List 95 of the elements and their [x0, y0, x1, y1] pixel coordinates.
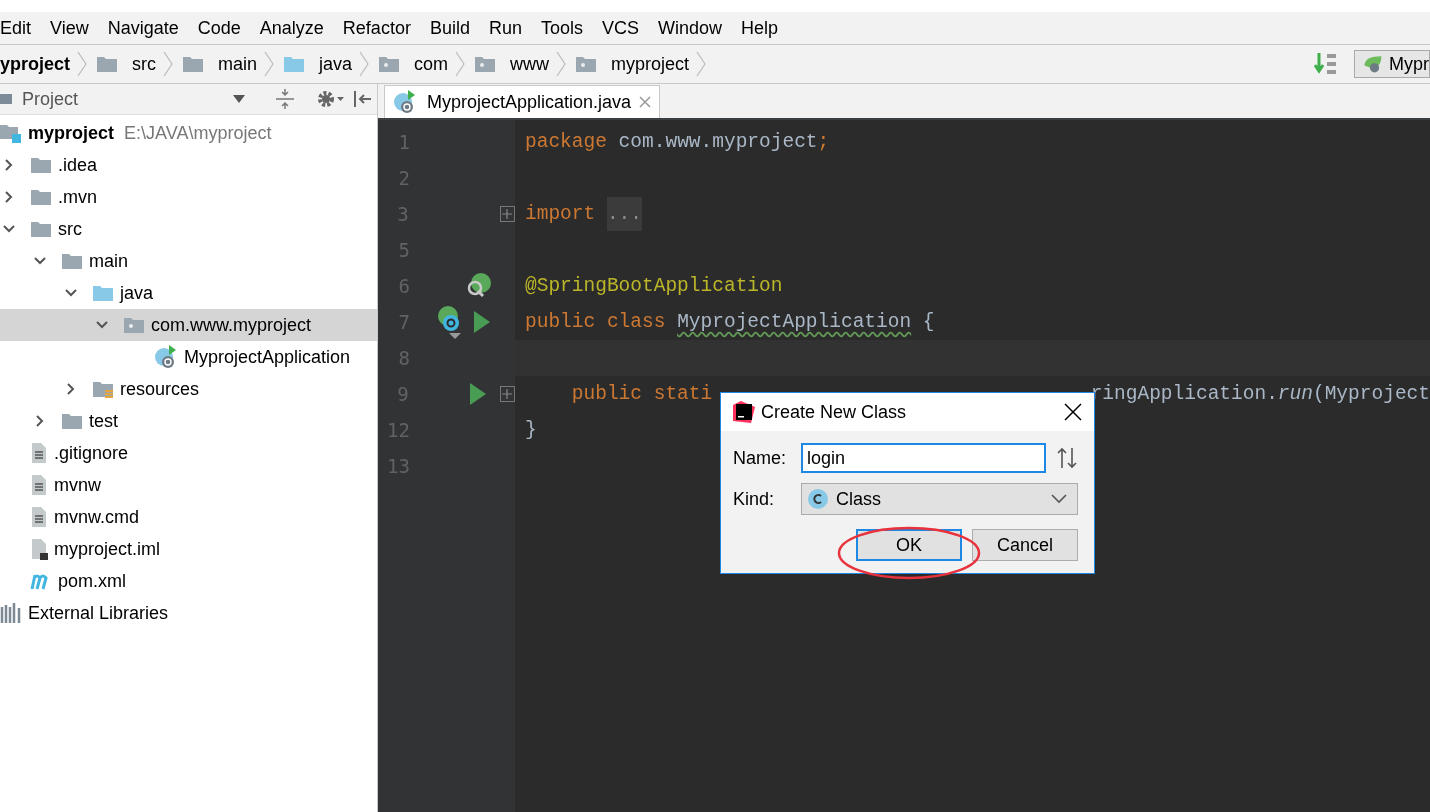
folder-icon — [92, 380, 114, 398]
ok-button[interactable]: OK — [856, 529, 962, 561]
fold-icon[interactable] — [499, 386, 515, 402]
code-line: } — [525, 418, 537, 443]
code-line: @SpringBootApplication — [525, 274, 783, 299]
run-icon[interactable] — [467, 382, 488, 406]
menu-item[interactable]: Analyze — [259, 17, 334, 39]
menu-item[interactable]: Window — [658, 17, 733, 39]
name-field[interactable]: login — [801, 443, 1046, 473]
code-line: package com.www.myproject; — [525, 130, 830, 155]
project-icon — [0, 91, 14, 107]
breadcrumb-item[interactable]: java — [283, 53, 357, 75]
breadcrumb-separator-icon — [76, 51, 89, 77]
spring-class-icon — [393, 90, 417, 114]
file-icon — [30, 474, 48, 496]
menu-item[interactable]: VCS — [602, 17, 649, 39]
close-icon[interactable] — [1064, 403, 1082, 421]
menu-item[interactable]: Navigate — [107, 17, 189, 39]
file-icon — [30, 538, 48, 560]
tree-item[interactable]: myproject E:\JAVA\myproject — [0, 117, 377, 149]
hide-panel-icon[interactable] — [353, 90, 373, 108]
tree-item[interactable]: test — [0, 405, 377, 437]
collapse-all-icon[interactable] — [275, 88, 295, 110]
module-icon — [0, 123, 22, 143]
folder-icon — [61, 412, 83, 430]
breadcrumb-separator-icon — [358, 51, 371, 77]
libraries-icon — [0, 603, 22, 623]
sort-arrows-icon[interactable] — [1056, 447, 1078, 469]
tree-item[interactable]: java — [0, 277, 377, 309]
kind-dropdown[interactable]: Class — [801, 483, 1078, 515]
sort-icon[interactable] — [1314, 52, 1338, 76]
tree-item[interactable]: mvnw.cmd — [0, 501, 377, 533]
breadcrumb-separator-icon — [454, 51, 467, 77]
menu-item[interactable]: Refactor — [342, 17, 421, 39]
tree-item[interactable]: .idea — [0, 149, 377, 181]
app-icon — [733, 401, 755, 423]
dropdown-arrow-icon[interactable] — [233, 95, 245, 103]
breadcrumb-item[interactable]: main — [182, 53, 262, 75]
menu-item[interactable]: Run — [488, 17, 532, 39]
breadcrumb-separator-icon — [162, 51, 175, 77]
tree-item[interactable]: mvnw — [0, 469, 377, 501]
tree-item[interactable]: .mvn — [0, 181, 377, 213]
field-label: Name: — [733, 447, 787, 469]
code-line: public class MyprojectApplication { — [525, 310, 935, 335]
run-configuration-selector[interactable]: Mypr — [1354, 50, 1430, 78]
folder-icon — [61, 252, 83, 270]
tree-item[interactable]: External Libraries — [0, 597, 377, 629]
breadcrumb-separator-icon — [695, 51, 708, 77]
code-line: ringApplication.run(Myproject — [1090, 382, 1430, 407]
breadcrumb-separator-icon — [555, 51, 568, 77]
fold-icon[interactable] — [499, 206, 515, 222]
tree-item[interactable]: main — [0, 245, 377, 277]
code-line: public stati — [570, 382, 713, 407]
class-icon — [808, 489, 828, 509]
editor-tab[interactable]: MyprojectApplication.java — [384, 85, 661, 118]
folder-icon — [92, 284, 114, 302]
breadcrumb-item[interactable]: yproject — [0, 53, 75, 75]
tree-item[interactable]: .gitignore — [0, 437, 377, 469]
folder-icon — [30, 156, 52, 174]
tree-item[interactable]: src — [0, 213, 377, 245]
menu-item[interactable]: Code — [197, 17, 251, 39]
package-icon — [575, 55, 598, 73]
cancel-button[interactable]: Cancel — [972, 529, 1078, 561]
project-path: E:\JAVA\myproject — [124, 122, 272, 144]
tree-item[interactable]: com.www.myproject — [0, 309, 377, 341]
tree-item[interactable]: pom.xml — [0, 565, 377, 597]
breadcrumb-item[interactable]: src — [96, 53, 161, 75]
spring-class-icon — [154, 345, 178, 369]
tree-item[interactable]: resources — [0, 373, 377, 405]
menu-item[interactable]: View — [50, 17, 99, 39]
package-icon — [378, 55, 401, 73]
breadcrumb-item[interactable]: www — [474, 53, 554, 75]
menu-item[interactable]: Tools — [540, 17, 593, 39]
run-icon[interactable] — [472, 310, 492, 334]
file-icon — [30, 442, 48, 464]
folder-icon — [30, 220, 52, 238]
folder-icon — [283, 55, 306, 73]
settings-icon[interactable] — [317, 89, 345, 109]
folder-icon — [30, 188, 52, 206]
tree-item[interactable]: myproject.iml — [0, 533, 377, 565]
breadcrumb-item[interactable]: com — [378, 53, 453, 75]
folder-icon — [96, 55, 119, 73]
file-icon — [30, 506, 48, 528]
dialog-title: Create New Class — [761, 401, 908, 423]
folder-icon — [182, 55, 205, 73]
breadcrumb-item[interactable]: myproject — [575, 53, 694, 75]
breadcrumb-separator-icon — [263, 51, 276, 77]
tree-item[interactable]: MyprojectApplication — [0, 341, 377, 373]
code-line: import ... — [525, 196, 643, 232]
package-icon — [123, 316, 145, 334]
menu-item[interactable]: Build — [429, 17, 480, 39]
menu-item[interactable]: Edit — [0, 17, 42, 39]
package-icon — [474, 55, 497, 73]
field-label: Kind: — [733, 488, 776, 510]
menu-item[interactable]: Help — [741, 17, 789, 39]
